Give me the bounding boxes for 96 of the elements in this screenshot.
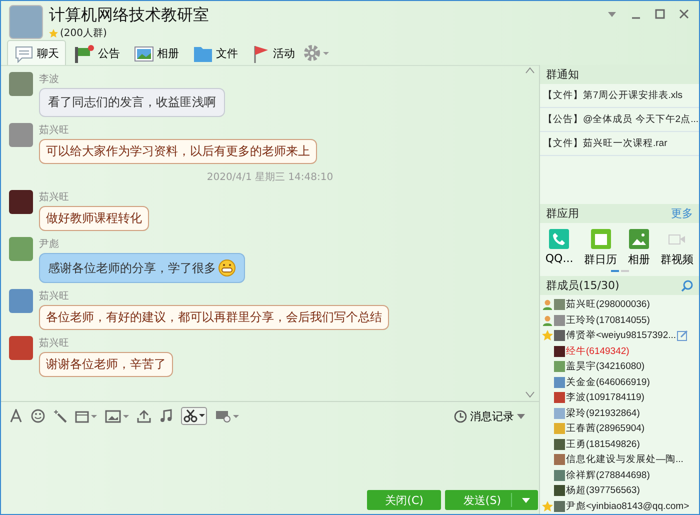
message-bubble: 做好教师课程转化 [39, 206, 149, 231]
member-avatar [554, 500, 565, 512]
avatar [9, 237, 33, 261]
search-icon[interactable] [681, 280, 693, 292]
flag-icon [252, 44, 270, 64]
message-bubble: 谢谢各位老师，辛苦了 [39, 352, 173, 377]
member-avatar [554, 376, 565, 388]
app-shortcut[interactable]: 相册 [628, 229, 650, 268]
font-icon[interactable] [9, 409, 23, 423]
photo-icon [134, 44, 154, 62]
settings-icon[interactable] [302, 43, 330, 63]
tab[interactable]: 文件 [186, 40, 245, 66]
avatar [9, 336, 33, 360]
flag-icon [73, 44, 95, 64]
image-icon[interactable] [105, 409, 129, 423]
avatar [9, 72, 33, 96]
history-button[interactable]: 消息记录 [448, 408, 531, 424]
member-name[interactable]: 经牛(6149342) [566, 344, 630, 358]
app-shortcut[interactable]: 群视频 [660, 229, 694, 268]
member-name[interactable]: 李波(1091784119) [566, 391, 644, 404]
avatar [9, 190, 33, 214]
tab[interactable]: 公告 [66, 40, 127, 66]
window-title: 计算机网络技术教研室 [49, 5, 209, 26]
dropdown-icon[interactable] [607, 9, 617, 19]
scroll-up-icon[interactable] [525, 66, 535, 74]
album-icon [628, 229, 649, 250]
calendar-icon [590, 229, 610, 250]
avatar [9, 123, 33, 147]
member-name[interactable]: 王勇(181549826) [566, 438, 640, 451]
star-icon [542, 330, 553, 342]
message-bubble: 可以给大家作为学习资料，以后有更多的老师来上 [39, 139, 317, 164]
edit-icon[interactable] [677, 330, 688, 342]
group-avatar [9, 5, 43, 39]
avatar [9, 289, 33, 313]
member-avatar [554, 438, 565, 450]
notice-item[interactable]: 【公告】@全体成员 今天下午2点... [540, 108, 699, 132]
upload-icon[interactable] [137, 409, 151, 423]
app-shortcut[interactable]: QQ... [545, 229, 574, 268]
member-avatar [554, 408, 565, 419]
folder-icon [193, 44, 213, 62]
sender-name: 茹兴旺 [39, 124, 69, 137]
group-size: (200人群) [60, 27, 107, 40]
member-avatar [554, 392, 565, 404]
tab[interactable]: 活动 [245, 40, 302, 66]
music-icon[interactable] [159, 409, 173, 423]
member-avatar [554, 423, 565, 434]
message-bubble: 看了同志们的发言，收益匪浅啊 [39, 88, 225, 117]
scissors-icon[interactable] [181, 407, 207, 425]
message-bubble: 各位老师，有好的建议，都可以再群里分享，会后我们写个总结 [39, 305, 389, 330]
maximize-icon[interactable] [655, 9, 665, 19]
phone-icon [549, 229, 570, 250]
notice-item[interactable]: 【文件】第7周公开课安排表.xls [540, 84, 699, 108]
member-name[interactable]: 傅贤举<weiyu98157392... [566, 329, 676, 342]
sender-name: 李波 [39, 72, 59, 86]
member-avatar [554, 485, 565, 496]
member-name[interactable]: 尹彪<yinbiao8143@qq.com> [566, 500, 690, 513]
star-icon [542, 500, 553, 512]
sender-name: 茹兴旺 [39, 336, 69, 350]
clock-icon [454, 410, 467, 422]
member-name[interactable]: 盖昊宇(34216080) [566, 360, 645, 374]
member-avatar [554, 454, 565, 466]
member-avatar [554, 299, 565, 310]
smiley-icon[interactable] [31, 409, 45, 423]
member-avatar [554, 330, 565, 342]
member-name[interactable]: 徐祥辉(278844698) [566, 468, 650, 482]
sender-name: 茹兴旺 [39, 190, 69, 204]
member-name[interactable]: 王春茜(28965904) [566, 422, 645, 436]
person-icon [542, 299, 553, 310]
tab[interactable]: 聊天 [7, 40, 66, 66]
member-avatar [554, 361, 565, 372]
member-name[interactable]: 王玲玲(170814055) [566, 314, 650, 327]
person-icon [542, 314, 553, 326]
member-avatar [554, 346, 565, 357]
member-avatar [554, 470, 565, 481]
section-title: 群成员(15/30) [546, 278, 620, 294]
member-avatar [554, 314, 565, 326]
member-name[interactable]: 杨超(397756563) [566, 484, 640, 498]
sender-name: 尹彪 [39, 238, 59, 251]
app-shortcut[interactable]: 群日历 [584, 229, 617, 268]
magic-wand-icon[interactable] [53, 409, 67, 423]
section-title: 群通知 [546, 66, 579, 82]
member-name[interactable]: 关金金(646066919) [566, 376, 650, 389]
page-indicator [610, 270, 628, 272]
member-name[interactable]: 茹兴旺(298000036) [566, 298, 650, 312]
section-title: 群应用 [546, 206, 579, 222]
member-name[interactable]: 信息化建设与发展处—陶... [566, 453, 684, 466]
sender-name: 茹兴旺 [39, 290, 69, 303]
star-icon [49, 28, 58, 38]
tab[interactable]: 相册 [127, 40, 186, 66]
chat-icon [14, 44, 34, 62]
timestamp: 2020/4/1 星期三 14:48:10 [206, 170, 334, 184]
notice-item[interactable]: 【文件】茹兴旺一次课程.rar [540, 132, 699, 156]
scroll-down-icon[interactable] [525, 391, 535, 399]
message-bubble: 感谢各位老师的分享，学了很多 [39, 253, 245, 283]
close-icon[interactable] [679, 9, 689, 19]
member-name[interactable]: 梁玲(921932864) [566, 406, 640, 420]
